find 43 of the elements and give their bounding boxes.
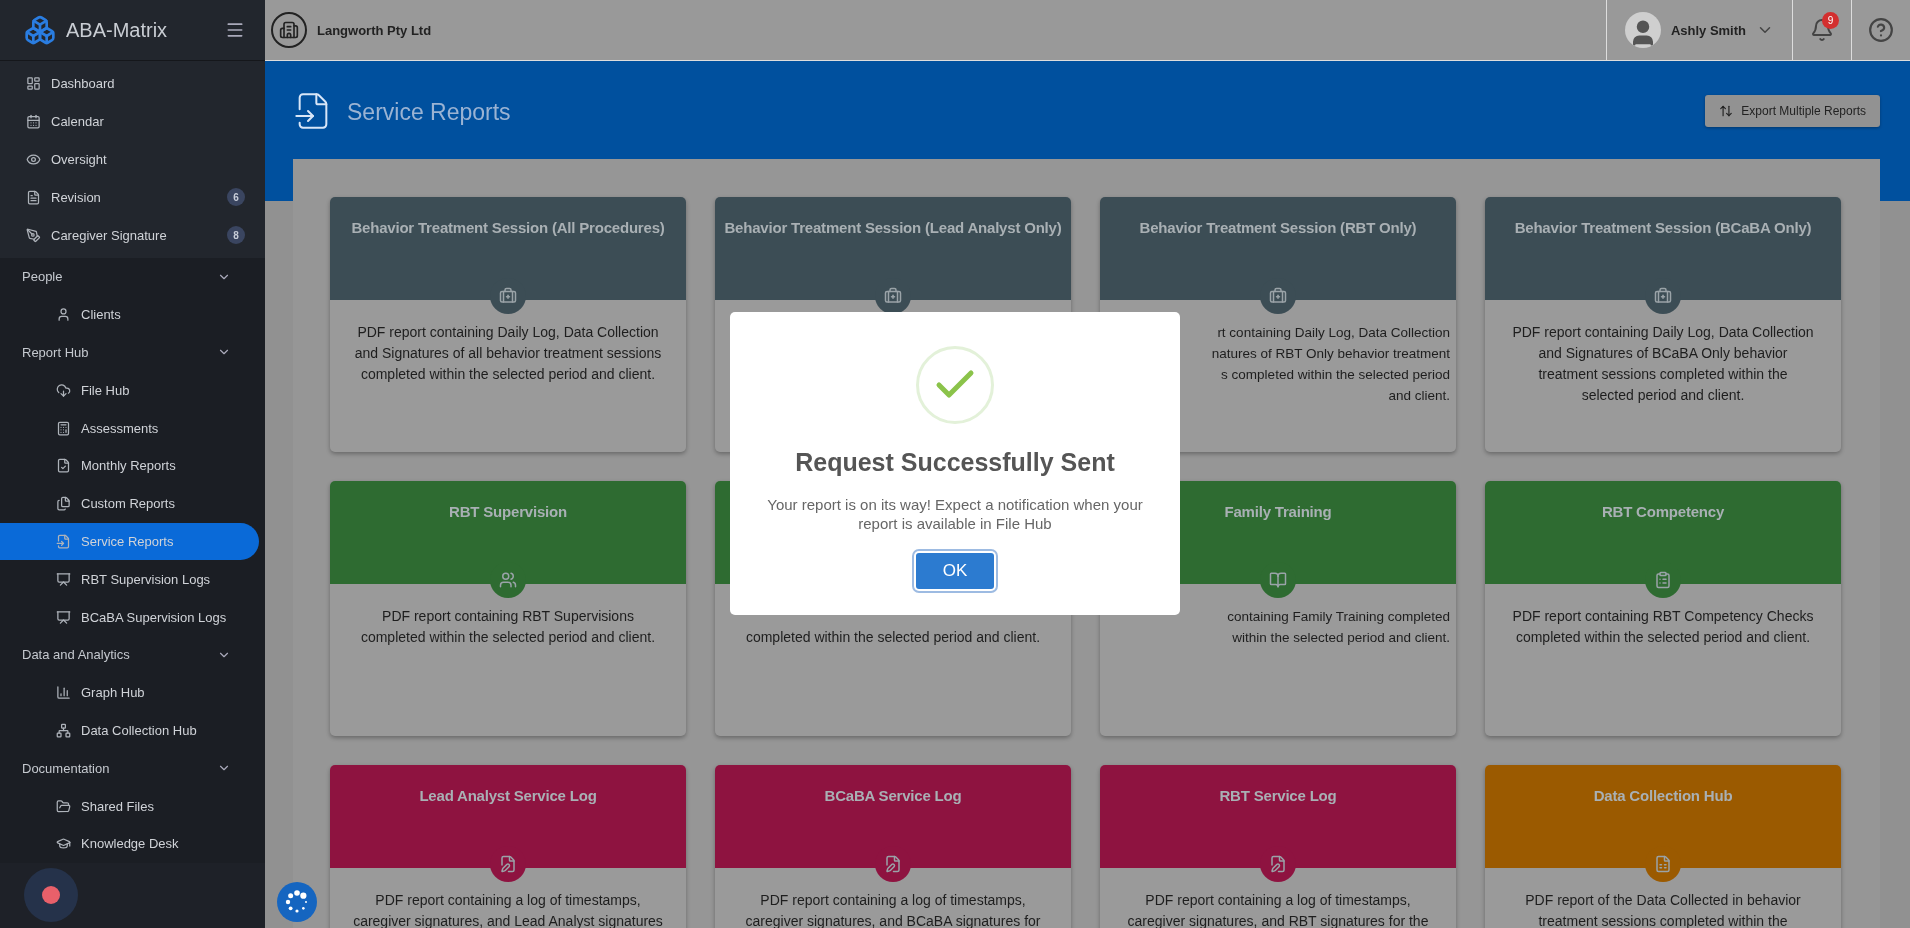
card-description: s completed within the selected period bbox=[1220, 366, 1450, 384]
card-title: Behavior Treatment Session (RBT Only) bbox=[1139, 218, 1417, 238]
card-title: Lead Analyst Service Log bbox=[419, 786, 597, 806]
card-title: Behavior Treatment Session (All Procedures) bbox=[351, 218, 665, 238]
card-description: treatment sessions completed within the bbox=[1537, 365, 1789, 384]
card-description: and client. bbox=[1387, 387, 1450, 405]
card-description: completed within the selected period and client. bbox=[359, 628, 657, 647]
card-description: completed within the selected period and client. bbox=[1514, 628, 1812, 647]
card-description: PDF report of the Data Collected in behavior bbox=[1524, 891, 1802, 910]
brand-name: ABA-Matrix bbox=[66, 18, 169, 42]
card-title: Behavior Treatment Session (Lead Analyst Only) bbox=[724, 218, 1062, 238]
card-description: PDF report containing a log of timestamps, bbox=[759, 891, 1027, 910]
card-description: and Signatures of all behavior treatment sessions bbox=[353, 344, 663, 363]
card-description: completed within the selected period and client. bbox=[359, 365, 657, 384]
card-description: PDF report containing Daily Log, Data Collection bbox=[1511, 323, 1815, 342]
card-description: natures of RBT Only behavior treatment bbox=[1210, 345, 1450, 363]
card-description: containing Family Training completed bbox=[1226, 608, 1450, 626]
card-description: selected period and client. bbox=[1580, 386, 1746, 405]
card-description: rt containing Daily Log, Data Collection bbox=[1216, 324, 1450, 342]
card-description: caregiver signatures, and BCaBA signatures for bbox=[744, 912, 1042, 928]
card-title: Family Training bbox=[1224, 502, 1332, 522]
card-description: PDF report containing RBT Competency Checks bbox=[1511, 607, 1815, 626]
card-description: PDF report containing Daily Log, Data Collection bbox=[356, 323, 660, 342]
card-description: caregiver signatures, and RBT signatures for the bbox=[1126, 912, 1430, 928]
card-title: RBT Competency bbox=[1601, 502, 1725, 522]
notification-badge: 9 bbox=[1822, 12, 1839, 29]
card-title: RBT Service Log bbox=[1219, 786, 1337, 806]
card-description: PDF report containing RBT Supervisions bbox=[381, 607, 635, 626]
card-description: completed within the selected period and client. bbox=[744, 628, 1042, 647]
card-description: and Signatures of BCaBA Only behavior bbox=[1537, 344, 1789, 363]
page-title: Service Reports bbox=[347, 99, 512, 126]
card-title: Behavior Treatment Session (BCaBA Only) bbox=[1514, 218, 1812, 238]
card-title: BCaBA Service Log bbox=[824, 786, 962, 806]
card-description: treatment sessions completed within the bbox=[1537, 912, 1789, 928]
card-description: PDF report containing a log of timestamps, bbox=[374, 891, 642, 910]
company-name: Langworth Pty Ltd bbox=[317, 22, 433, 38]
card-description: within the selected period and client. bbox=[1231, 629, 1450, 647]
card-title: RBT Supervision bbox=[449, 502, 567, 522]
card-title: Data Collection Hub bbox=[1593, 786, 1733, 806]
count-badge: 8 bbox=[227, 226, 245, 245]
card-description: caregiver signatures, and Lead Analyst signatures bbox=[352, 912, 664, 928]
card-description: PDF report containing a log of timestamps, bbox=[1144, 891, 1412, 910]
count-badge: 6 bbox=[227, 188, 245, 207]
